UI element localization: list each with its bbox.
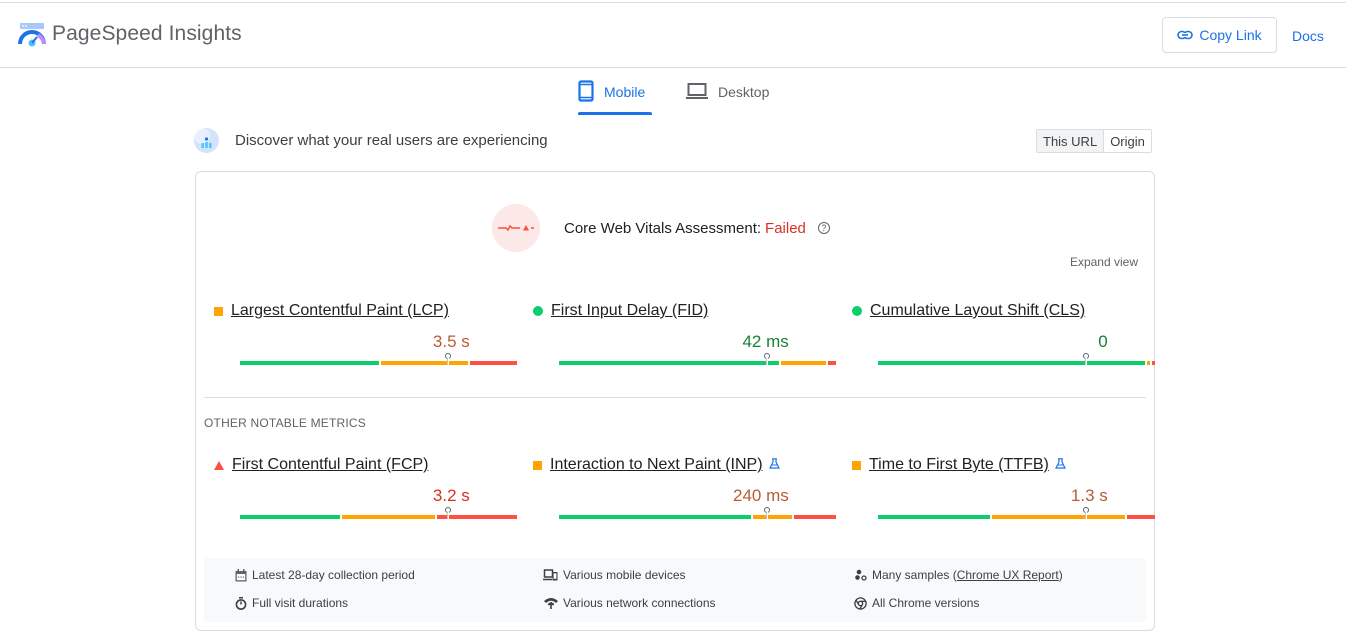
expand-view-button[interactable]: Expand view — [1070, 255, 1138, 269]
metric-name-link[interactable]: First Contentful Paint (FCP) — [232, 456, 429, 474]
distribution-bar — [559, 353, 836, 365]
footer-item-visit-durations: Full visit durations — [234, 596, 348, 610]
assessment-label: Core Web Vitals Assessment: — [564, 219, 762, 237]
footer-item-collection-period: Latest 28-day collection period — [234, 568, 415, 582]
link-icon — [1177, 27, 1194, 43]
experimental-flask-icon[interactable] — [1054, 458, 1066, 472]
tab-mobile[interactable]: Mobile — [578, 68, 645, 116]
metric-value: 42 ms — [742, 332, 789, 351]
footer-item-samples: Many samples (Chrome UX Report) — [854, 568, 1063, 582]
needs-improvement-segment — [342, 515, 435, 519]
metric-value: 3.2 s — [432, 486, 470, 505]
docs-link[interactable]: Docs — [1292, 28, 1324, 44]
metric-lcp: Largest Contentful Paint (LCP) 3.5 s — [214, 302, 517, 382]
good-circle-icon — [852, 306, 862, 316]
timer-icon — [234, 596, 247, 610]
metric-name-link[interactable]: First Input Delay (FID) — [551, 302, 708, 320]
metric-cls: Cumulative Layout Shift (CLS) 0 — [852, 302, 1155, 382]
needs-improvement-square-icon — [852, 460, 861, 470]
copy-link-label: Copy Link — [1199, 27, 1262, 43]
field-data-card: Core Web Vitals Assessment: Failed ? Exp… — [195, 171, 1155, 631]
devices-icon — [543, 569, 558, 582]
origin-button[interactable]: Origin — [1104, 130, 1151, 152]
footer-item-devices: Various mobile devices — [543, 568, 686, 582]
good-circle-icon — [533, 306, 543, 316]
metric-ttfb: Time to First Byte (TTFB) 1.3 s — [852, 456, 1155, 536]
footer-item-chrome-versions: All Chrome versions — [854, 596, 979, 610]
app-header: PageSpeed Insights Copy Link Docs — [0, 3, 1346, 68]
poor-segment — [469, 361, 517, 365]
field-data-title: Discover what your real users are experi… — [235, 132, 548, 149]
percentile-marker — [444, 507, 451, 521]
cwv-assessment: Core Web Vitals Assessment: Failed ? — [492, 204, 830, 252]
section-divider — [204, 397, 1146, 398]
chrome-icon — [854, 596, 867, 610]
metric-fcp: First Contentful Paint (FCP) 3.2 s — [214, 456, 517, 536]
metric-fid: First Input Delay (FID) 42 ms — [533, 302, 836, 382]
distribution-bar — [240, 507, 517, 519]
poor-triangle-icon — [214, 460, 224, 470]
smartphone-icon — [578, 79, 594, 105]
real-users-icon — [194, 128, 219, 153]
percentile-marker — [444, 353, 451, 367]
device-tabs: Mobile Desktop — [0, 68, 1346, 116]
metric-value: 3.5 s — [432, 332, 470, 351]
needs-improvement-segment — [381, 361, 468, 365]
percentile-marker — [1082, 353, 1089, 367]
calendar-icon — [234, 568, 247, 582]
poor-segment — [1152, 361, 1155, 365]
metric-name-link[interactable]: Interaction to Next Paint (INP) — [550, 456, 763, 474]
needs-improvement-segment — [1146, 361, 1151, 365]
copy-link-button[interactable]: Copy Link — [1162, 17, 1277, 53]
laptop-icon — [686, 82, 708, 103]
network-icon — [543, 597, 558, 610]
help-icon[interactable]: ? — [817, 222, 830, 234]
metric-name-link[interactable]: Largest Contentful Paint (LCP) — [231, 302, 449, 320]
experimental-flask-icon[interactable] — [768, 458, 780, 472]
needs-improvement-segment — [780, 361, 826, 365]
scope-toggle: This URL Origin — [1036, 129, 1152, 153]
metric-inp: Interaction to Next Paint (INP) 240 ms — [533, 456, 836, 536]
needs-improvement-square-icon — [533, 460, 542, 470]
good-segment — [240, 361, 380, 365]
field-data-heading: Discover what your real users are experi… — [194, 128, 548, 153]
active-tab-indicator — [578, 112, 652, 115]
pagespeed-logo-icon[interactable] — [18, 22, 46, 48]
metric-value: 1.3 s — [1070, 486, 1108, 505]
distribution-bar — [878, 353, 1155, 365]
needs-improvement-segment — [752, 515, 793, 519]
metric-name-link[interactable]: Time to First Byte (TTFB) — [869, 456, 1049, 474]
poor-segment — [827, 361, 836, 365]
distribution-bar — [878, 507, 1155, 519]
good-segment — [559, 361, 779, 365]
percentile-marker — [1082, 507, 1089, 521]
metric-name-link[interactable]: Cumulative Layout Shift (CLS) — [870, 302, 1085, 320]
footer-item-network: Various network connections — [543, 596, 716, 610]
other-metrics-heading: OTHER NOTABLE METRICS — [204, 416, 366, 430]
good-segment — [878, 361, 1145, 365]
assessment-status: Failed — [765, 219, 806, 237]
percentile-marker — [763, 353, 770, 367]
app-title: PageSpeed Insights — [52, 22, 242, 45]
metric-value: 240 ms — [733, 486, 789, 505]
good-segment — [559, 515, 751, 519]
needs-improvement-segment — [991, 515, 1126, 519]
poor-segment — [794, 515, 836, 519]
samples-icon — [854, 569, 867, 582]
poor-segment — [1127, 515, 1155, 519]
chrome-ux-report-link[interactable]: Chrome UX Report — [957, 568, 1059, 582]
failed-vitals-icon — [492, 204, 540, 252]
percentile-marker — [763, 507, 770, 521]
distribution-bar — [559, 507, 836, 519]
tab-desktop-label: Desktop — [718, 84, 770, 100]
this-url-button[interactable]: This URL — [1037, 130, 1105, 152]
distribution-bar — [240, 353, 517, 365]
tab-mobile-label: Mobile — [604, 84, 646, 100]
good-segment — [878, 515, 990, 519]
tab-desktop[interactable]: Desktop — [686, 68, 769, 116]
needs-improvement-square-icon — [214, 306, 223, 316]
data-info-footer: Latest 28-day collection period Various … — [204, 558, 1146, 622]
good-segment — [240, 515, 341, 519]
metric-value: 0 — [1098, 332, 1108, 351]
